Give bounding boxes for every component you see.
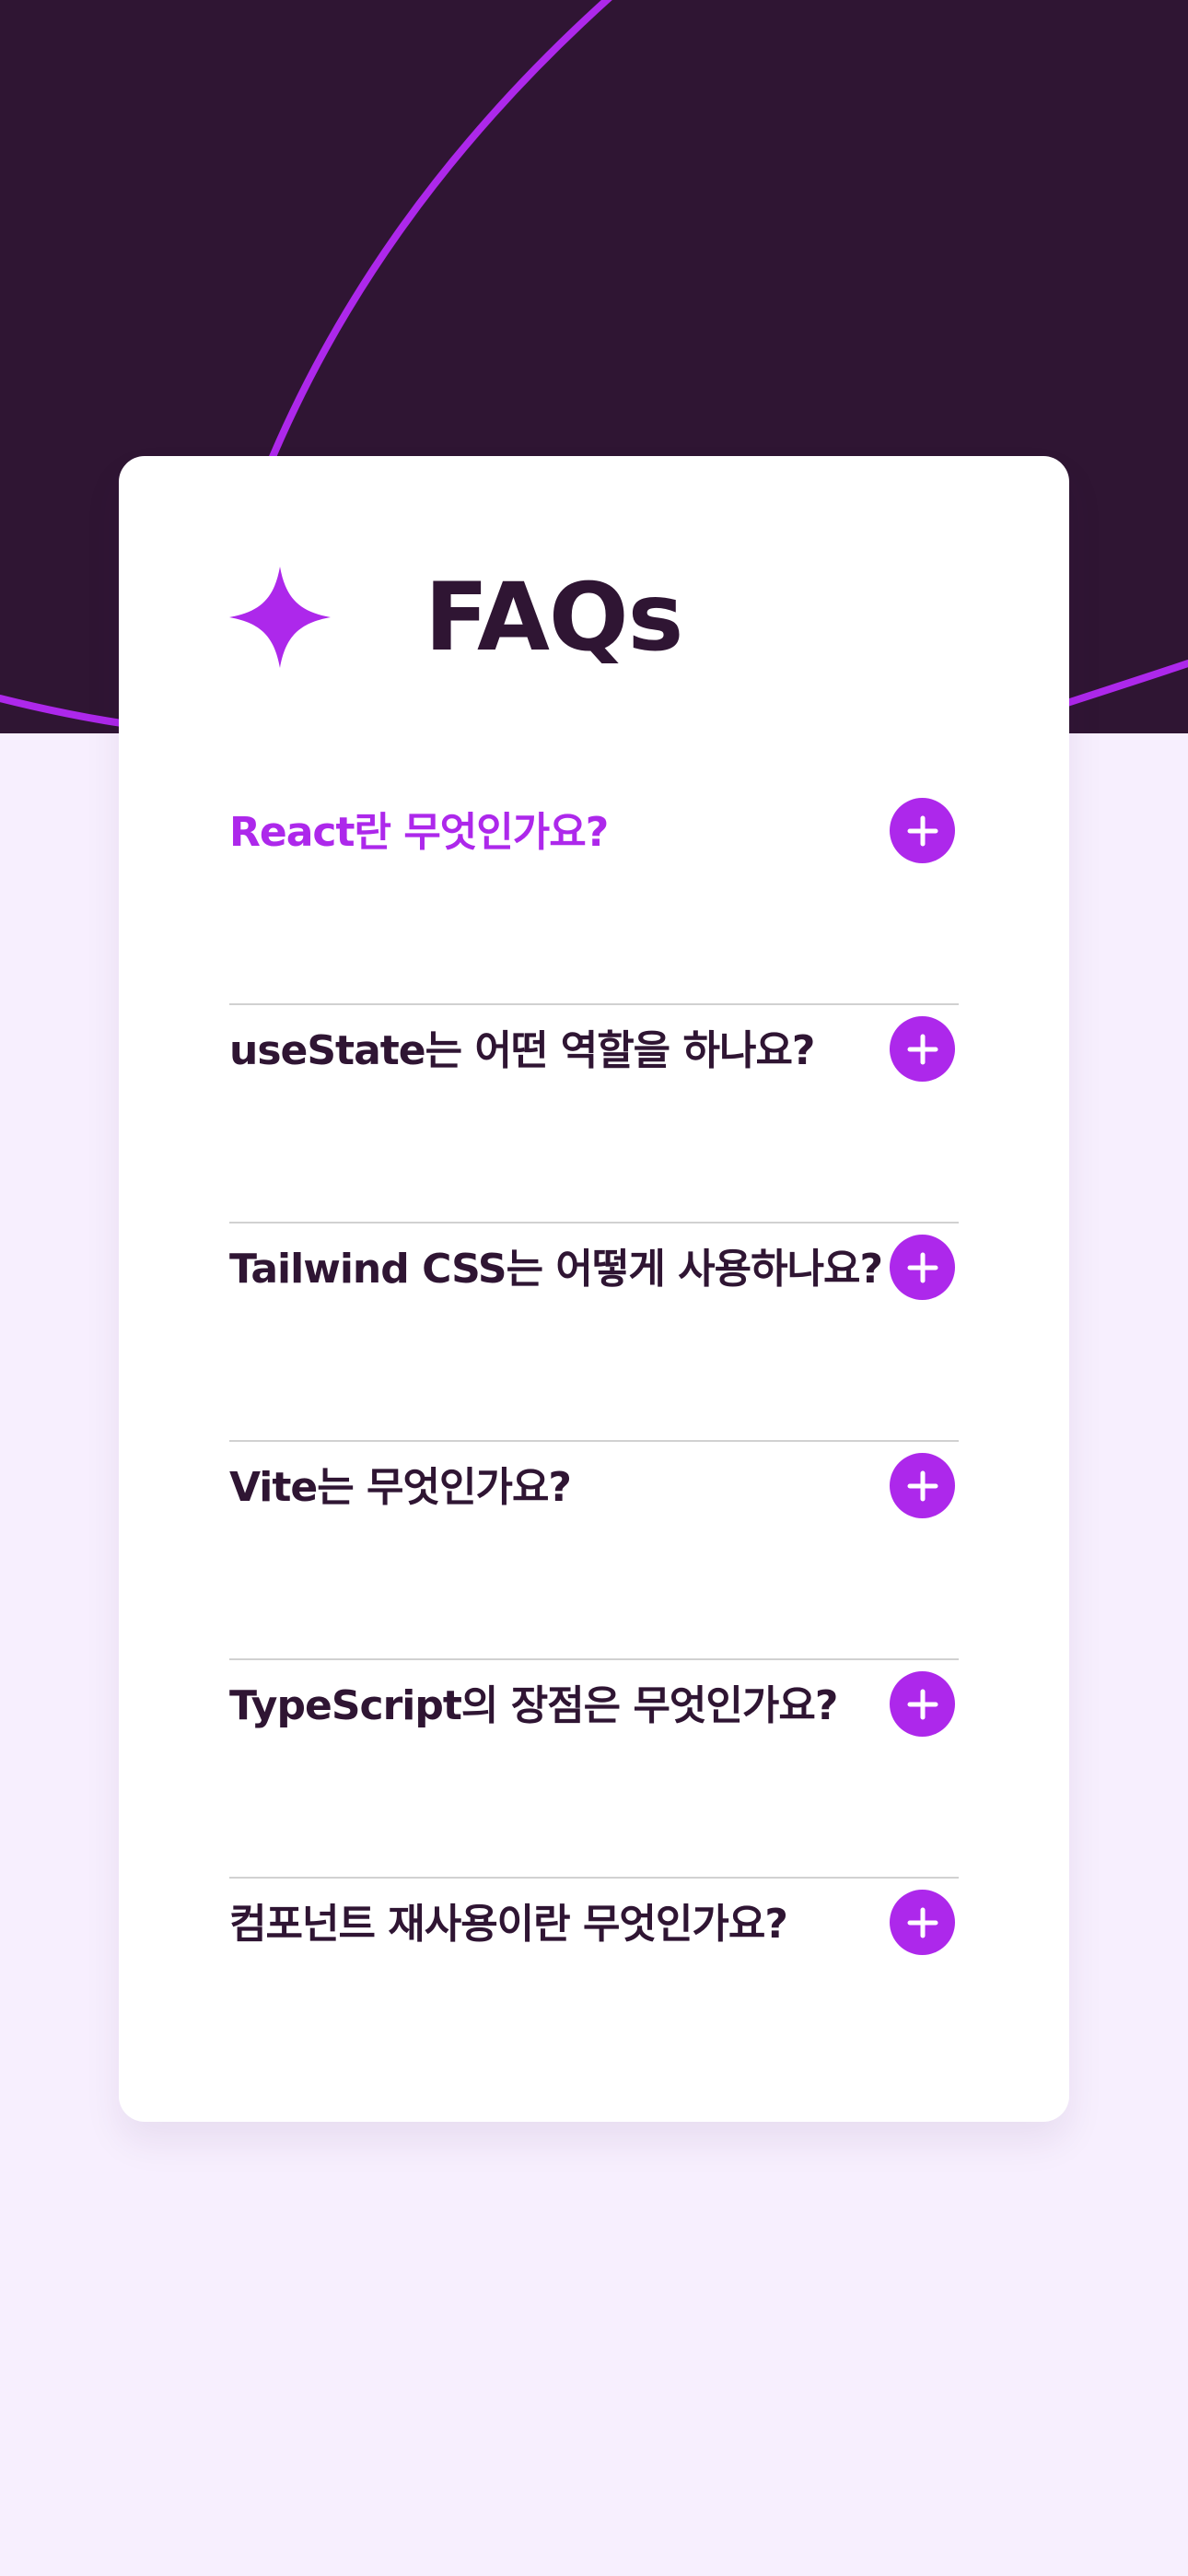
faq-question[interactable]: TypeScript의 장점은 무엇인가요?: [229, 1682, 856, 1730]
expand-button[interactable]: [890, 1671, 955, 1737]
expand-button[interactable]: [890, 1890, 955, 1955]
plus-icon: [907, 1907, 938, 1938]
faq-list: React란 무엇인가요? useState는 어떤 역할을 하나요? Tail…: [229, 785, 959, 2095]
faq-item[interactable]: TypeScript의 장점은 무엇인가요?: [229, 1658, 959, 1879]
plus-icon: [907, 1252, 938, 1282]
plus-icon: [907, 815, 938, 846]
page-title: FAQs: [425, 563, 683, 673]
faq-item[interactable]: Vite는 무엇인가요?: [229, 1440, 959, 1660]
expand-button[interactable]: [890, 1016, 955, 1082]
faq-question[interactable]: useState는 어떤 역할을 하나요?: [229, 1027, 856, 1075]
plus-icon: [907, 1034, 938, 1064]
faq-item[interactable]: Tailwind CSS는 어떻게 사용하나요?: [229, 1222, 959, 1442]
faq-question[interactable]: React란 무엇인가요?: [229, 809, 856, 857]
faq-item[interactable]: 컴포넌트 재사용이란 무엇인가요?: [229, 1877, 959, 2095]
expand-button[interactable]: [890, 798, 955, 863]
faq-item[interactable]: useState는 어떤 역할을 하나요?: [229, 1003, 959, 1224]
faq-card: FAQs React란 무엇인가요? useState는 어떤 역할을 하나요?…: [119, 456, 1069, 2122]
four-point-star-icon: [229, 567, 331, 668]
expand-button[interactable]: [890, 1235, 955, 1300]
plus-icon: [907, 1689, 938, 1719]
plus-icon: [907, 1470, 938, 1501]
faq-question[interactable]: Vite는 무엇인가요?: [229, 1464, 856, 1512]
expand-button[interactable]: [890, 1453, 955, 1518]
faq-header: FAQs: [229, 567, 959, 677]
faq-item[interactable]: React란 무엇인가요?: [229, 785, 959, 1005]
faq-question[interactable]: 컴포넌트 재사용이란 무엇인가요?: [229, 1901, 856, 1949]
faq-question[interactable]: Tailwind CSS는 어떻게 사용하나요?: [229, 1246, 883, 1294]
